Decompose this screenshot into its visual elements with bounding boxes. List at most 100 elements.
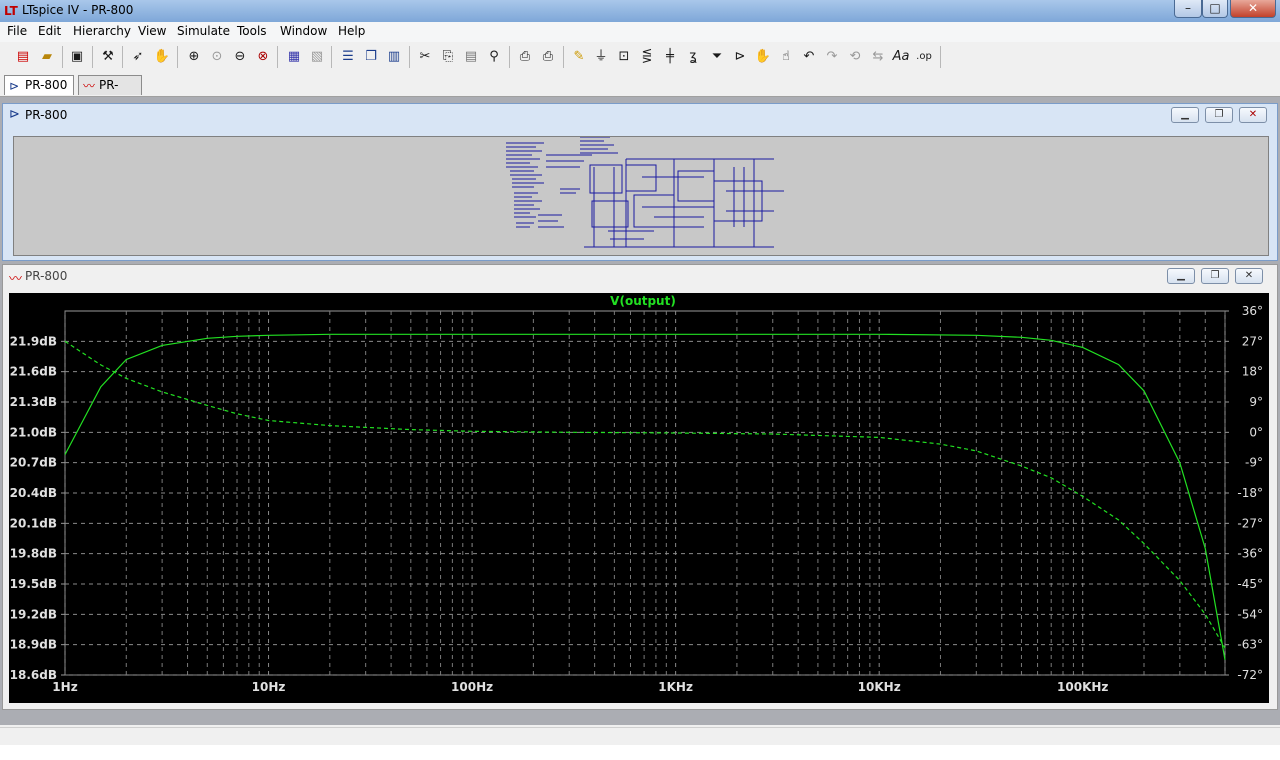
- menu-help[interactable]: Help: [338, 24, 365, 38]
- window-title: LTspice IV - PR-800: [22, 3, 134, 17]
- menu-tools[interactable]: Tools: [237, 24, 267, 38]
- spice-directive-icon[interactable]: .op: [914, 48, 934, 66]
- cut-icon[interactable]: ✂: [415, 48, 435, 66]
- child-restore-button[interactable]: ❐: [1205, 107, 1233, 123]
- rotate-icon[interactable]: ⟲: [845, 48, 865, 66]
- schematic-thumbnail: [506, 137, 784, 248]
- child-minimize-button[interactable]: ▁: [1167, 268, 1195, 284]
- tile-vertical-icon[interactable]: ▥: [384, 48, 404, 66]
- fit-icon[interactable]: ▧: [307, 48, 327, 66]
- y-right-tick-label: 9°: [1249, 395, 1263, 409]
- print-icon[interactable]: ⎙: [538, 48, 558, 66]
- zoom-in-icon[interactable]: ⊕: [184, 48, 204, 66]
- y-right-tick-label: 36°: [1242, 304, 1263, 318]
- y-left-tick-label: 21.0dB: [10, 425, 57, 439]
- status-bar: [0, 727, 1280, 746]
- waveform-icon: 〰: [83, 79, 96, 93]
- bottom-area: [0, 745, 1280, 760]
- bode-plot: 1Hz 10Hz 100Hz 1KHz 10KHz 100KHz 21.9dB 21.6dB 2…: [10, 294, 1263, 694]
- paste-icon[interactable]: ▤: [461, 48, 481, 66]
- ground-icon[interactable]: ⏚: [591, 48, 611, 66]
- zoom-cancel-icon[interactable]: ⊗: [253, 48, 273, 66]
- capacitor-icon[interactable]: ╪: [660, 48, 680, 66]
- menu-edit[interactable]: Edit: [38, 24, 61, 38]
- child-close-button[interactable]: ✕: [1235, 268, 1263, 284]
- new-schematic-icon[interactable]: ▤: [13, 48, 33, 66]
- zoom-pan-icon[interactable]: ⊙: [207, 48, 227, 66]
- component-icon[interactable]: ⊳: [730, 48, 750, 66]
- menu-file[interactable]: File: [7, 24, 27, 38]
- toolbar-separator: [409, 46, 410, 68]
- y-right-tick-label: 0°: [1249, 425, 1263, 439]
- schematic-window: ⊳ PR-800 ▁ ❐ ✕: [2, 103, 1278, 261]
- cascade-icon[interactable]: ❐: [361, 48, 381, 66]
- y-right-tick-label: -45°: [1237, 577, 1263, 591]
- halt-icon[interactable]: ✋: [152, 48, 172, 66]
- mirror-icon[interactable]: ⇆: [868, 48, 888, 66]
- y-right-tick-label: -27°: [1237, 516, 1263, 530]
- toolbar-separator: [277, 46, 278, 68]
- toolbar-separator: [92, 46, 93, 68]
- waveform-plot[interactable]: 1Hz 10Hz 100Hz 1KHz 10KHz 100KHz 21.9dB 21.6dB 2…: [9, 293, 1269, 703]
- close-button[interactable]: ✕: [1230, 0, 1276, 18]
- autorange-icon[interactable]: ▦: [284, 48, 304, 66]
- schematic-window-title: PR-800: [25, 108, 68, 122]
- resistor-icon[interactable]: ⋚: [637, 48, 657, 66]
- drag-icon[interactable]: ☝: [776, 48, 796, 66]
- y-left-tick-label: 20.7dB: [10, 456, 57, 470]
- undo-icon[interactable]: ↶: [799, 48, 819, 66]
- run-icon[interactable]: ➶: [128, 48, 148, 66]
- x-tick-label: 10KHz: [858, 680, 901, 694]
- redo-icon[interactable]: ↷: [822, 48, 842, 66]
- y-left-tick-label: 21.3dB: [10, 395, 57, 409]
- open-icon[interactable]: ▰: [37, 48, 57, 66]
- toolbar-separator: [509, 46, 510, 68]
- plot-title: V(output): [610, 294, 676, 308]
- x-tick-label: 10Hz: [252, 680, 286, 694]
- toolbar-separator: [563, 46, 564, 68]
- document-tabs: ⊳ PR-800 〰 PR-800: [0, 72, 1280, 110]
- schematic-canvas[interactable]: [13, 136, 1269, 256]
- waveform-window-titlebar[interactable]: 〰 PR-800 ▁ ❐ ✕: [3, 265, 1277, 287]
- y-left-tick-label: 18.6dB: [10, 668, 57, 682]
- y-left-tick-label: 21.6dB: [10, 365, 57, 379]
- menu-simulate[interactable]: Simulate: [177, 24, 230, 38]
- text-icon[interactable]: Aa: [891, 48, 911, 66]
- menu-view[interactable]: View: [138, 24, 166, 38]
- diode-icon[interactable]: ⏷: [707, 48, 727, 66]
- x-tick-label: 1Hz: [52, 680, 77, 694]
- schematic-icon: ⊳: [9, 107, 20, 122]
- menu-hierarchy[interactable]: Hierarchy: [73, 24, 131, 38]
- print-setup-icon[interactable]: ⎙: [515, 48, 535, 66]
- y-right-tick-label: -18°: [1237, 486, 1263, 500]
- copy-icon[interactable]: ⎘: [438, 48, 458, 66]
- toolbar-separator: [177, 46, 178, 68]
- child-minimize-button[interactable]: ▁: [1171, 107, 1199, 123]
- tab-schematic[interactable]: ⊳ PR-800: [4, 75, 74, 95]
- menu-window[interactable]: Window: [280, 24, 327, 38]
- y-right-tick-label: 18°: [1242, 365, 1263, 379]
- tile-horizontal-icon[interactable]: ☰: [338, 48, 358, 66]
- y-left-tick-label: 19.5dB: [10, 577, 57, 591]
- schematic-window-titlebar[interactable]: ⊳ PR-800 ▁ ❐ ✕: [3, 104, 1277, 126]
- move-icon[interactable]: ✋: [753, 48, 773, 66]
- save-icon[interactable]: ▣: [67, 48, 87, 66]
- label-net-icon[interactable]: ⊡: [614, 48, 634, 66]
- maximize-button[interactable]: □: [1202, 0, 1228, 18]
- inductor-icon[interactable]: ʓ: [683, 48, 703, 66]
- minimize-button[interactable]: –: [1174, 0, 1202, 18]
- waveform-window-title: PR-800: [25, 269, 68, 283]
- zoom-out-icon[interactable]: ⊖: [230, 48, 250, 66]
- toolbar: ▤ ▰ ▣ ⚒ ➶ ✋ ⊕ ⊙ ⊖ ⊗ ▦ ▧ ☰ ❐ ▥ ✂ ⎘ ▤ ⚲ ⎙ …: [0, 42, 1280, 73]
- menu-bar: File Edit Hierarchy View Simulate Tools …: [0, 22, 1280, 42]
- wire-icon[interactable]: ✎: [569, 48, 589, 66]
- tab-waveform[interactable]: 〰 PR-800: [78, 75, 142, 110]
- toolbar-separator: [122, 46, 123, 68]
- x-tick-label: 100KHz: [1057, 680, 1108, 694]
- y-right-tick-label: -36°: [1237, 547, 1263, 561]
- find-icon[interactable]: ⚲: [484, 48, 504, 66]
- y-right-tick-label: -63°: [1237, 638, 1263, 652]
- child-close-button[interactable]: ✕: [1239, 107, 1267, 123]
- control-panel-icon[interactable]: ⚒: [98, 48, 118, 66]
- child-restore-button[interactable]: ❐: [1201, 268, 1229, 284]
